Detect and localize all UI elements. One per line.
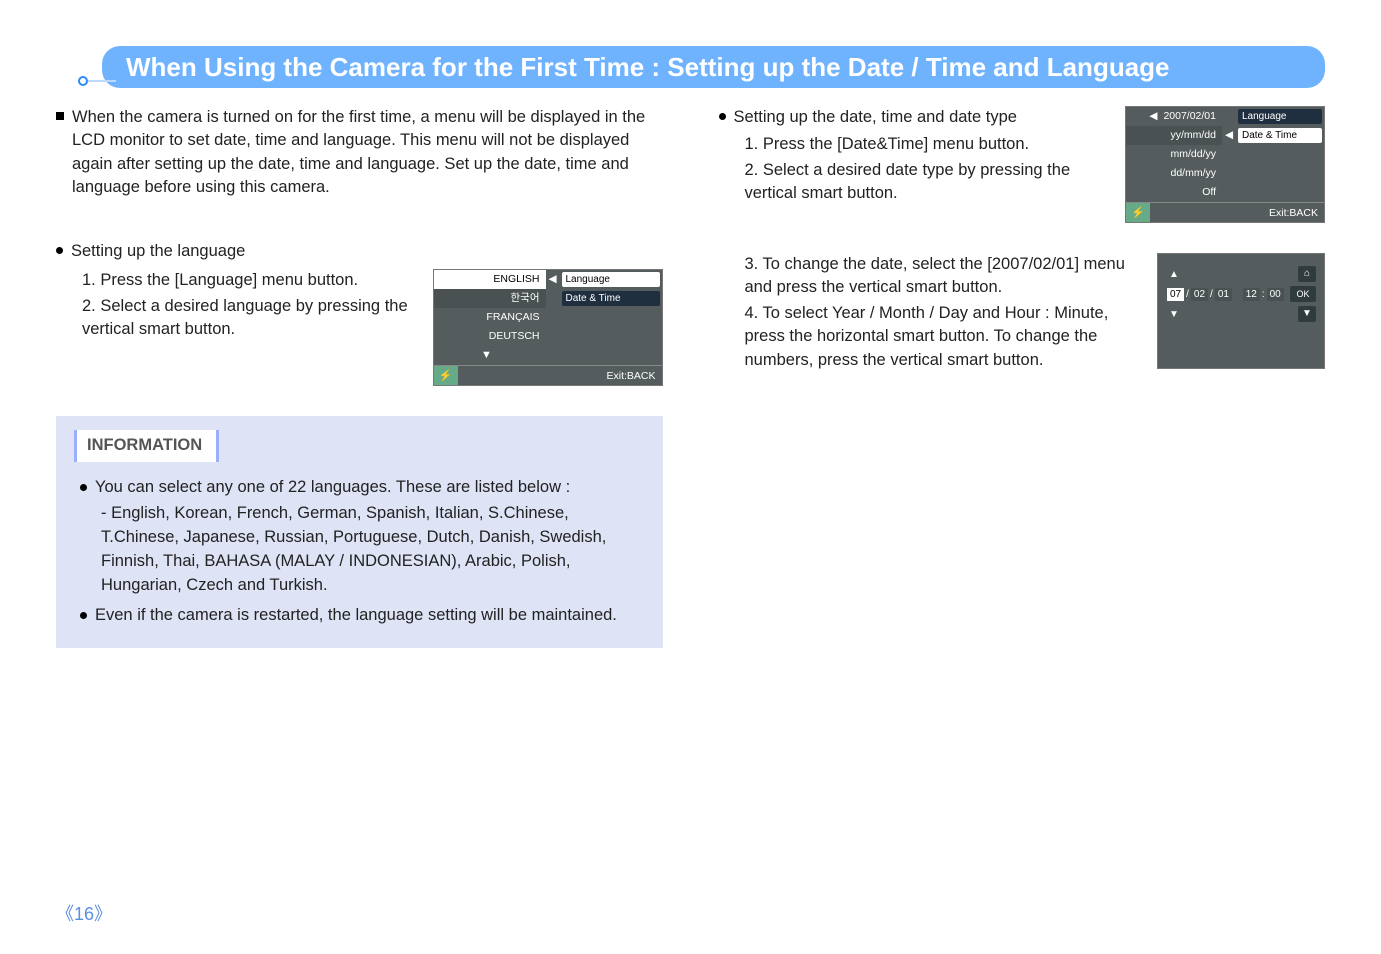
chevron-left-icon: ◀ <box>546 270 560 289</box>
lcd-date-opt-ddmmyy[interactable]: dd/mm/yy <box>1126 164 1222 183</box>
chevron-down-icon[interactable]: ▼ <box>434 346 546 365</box>
lcd-language-menu: ENGLISH ◀ Language 한국어 Date & Time FRANÇ… <box>433 269 663 386</box>
chevron-left-icon: ◀ <box>1222 126 1236 145</box>
title-dot-icon <box>78 76 88 86</box>
lang-step-1: 1. Press the [Language] menu button. <box>82 269 421 292</box>
language-heading: Setting up the language <box>56 240 663 263</box>
down-arrow-icon[interactable]: ▼ <box>1298 306 1316 322</box>
date-step-2: 2. Select a desired date type by pressin… <box>745 159 1110 206</box>
chevron-up-icon[interactable]: ▲ <box>1166 269 1182 280</box>
lcd-date-setter: ▲ ⌂ 07/02/01 12:00 OK ▼ ▼ <box>1157 253 1325 369</box>
page-title: When Using the Camera for the First Time… <box>102 46 1325 88</box>
lcd-lang-opt-deutsch[interactable]: DEUTSCH <box>434 327 546 346</box>
lcd-exit-back[interactable]: Exit:BACK <box>1269 203 1324 222</box>
info-item-2: Even if the camera is restarted, the lan… <box>95 604 645 628</box>
dot-bullet-icon <box>80 612 87 619</box>
right-column: Setting up the date, time and date type … <box>719 106 1326 648</box>
information-box: INFORMATION You can select any one of 22… <box>56 416 663 647</box>
lcd-tab-language[interactable]: Language <box>1238 109 1322 124</box>
intro-text: When the camera is turned on for the fir… <box>72 106 663 200</box>
hour-field[interactable]: 12 <box>1243 288 1260 301</box>
square-bullet-icon <box>56 112 64 120</box>
chevron-left-icon: ◀ <box>1149 110 1157 122</box>
dot-bullet-icon <box>80 484 87 491</box>
signal-icon: ⚡ <box>434 366 458 385</box>
chevron-down-icon[interactable]: ▼ <box>1166 309 1182 320</box>
month-field[interactable]: 02 <box>1191 288 1208 301</box>
left-column: When the camera is turned on for the fir… <box>56 106 663 648</box>
lcd-lang-opt-korean[interactable]: 한국어 <box>434 289 546 308</box>
language-heading-text: Setting up the language <box>71 240 245 263</box>
lcd-date-top[interactable]: 2007/02/01 <box>1163 110 1216 122</box>
signal-icon: ⚡ <box>1126 203 1150 222</box>
date-heading-text: Setting up the date, time and date type <box>734 106 1017 129</box>
info-item-1: You can select any one of 22 languages. … <box>95 476 645 500</box>
info-item-1-detail: - English, Korean, French, German, Spani… <box>101 502 645 598</box>
lcd-date-menu: ◀ 2007/02/01 Language yy/mm/dd ◀ Date & T… <box>1125 106 1325 223</box>
lcd-exit-back[interactable]: Exit:BACK <box>606 366 661 385</box>
dot-bullet-icon <box>56 247 63 254</box>
date-step-3: 3. To change the date, select the [2007/… <box>745 253 1142 300</box>
lcd-lang-opt-francais[interactable]: FRANÇAIS <box>434 308 546 327</box>
title-stem <box>88 80 116 82</box>
home-icon[interactable]: ⌂ <box>1298 266 1316 282</box>
lcd-tab-datetime[interactable]: Date & Time <box>562 291 660 306</box>
lcd-tab-language[interactable]: Language <box>562 272 660 287</box>
date-value-row: 07/02/01 12:00 <box>1166 288 1285 301</box>
page-number: 《16》 <box>56 900 112 926</box>
page-title-wrap: When Using the Camera for the First Time… <box>56 32 1325 88</box>
lcd-date-opt-mmddyy[interactable]: mm/dd/yy <box>1126 145 1222 164</box>
day-field[interactable]: 01 <box>1215 288 1232 301</box>
intro-paragraph: When the camera is turned on for the fir… <box>56 106 663 200</box>
lcd-date-opt-yymmdd[interactable]: yy/mm/dd <box>1126 126 1222 145</box>
lcd-date-opt-off[interactable]: Off <box>1126 183 1222 202</box>
date-step-4: 4. To select Year / Month / Day and Hour… <box>745 302 1142 372</box>
ok-button[interactable]: OK <box>1290 286 1316 302</box>
year-field[interactable]: 07 <box>1167 288 1184 301</box>
date-step-1: 1. Press the [Date&Time] menu button. <box>745 133 1110 156</box>
minute-field[interactable]: 00 <box>1267 288 1284 301</box>
information-heading: INFORMATION <box>74 430 219 462</box>
lcd-lang-opt-english[interactable]: ENGLISH <box>434 270 546 289</box>
dot-bullet-icon <box>719 113 726 120</box>
lcd-tab-datetime[interactable]: Date & Time <box>1238 128 1322 143</box>
lang-step-2: 2. Select a desired language by pressing… <box>82 295 421 342</box>
